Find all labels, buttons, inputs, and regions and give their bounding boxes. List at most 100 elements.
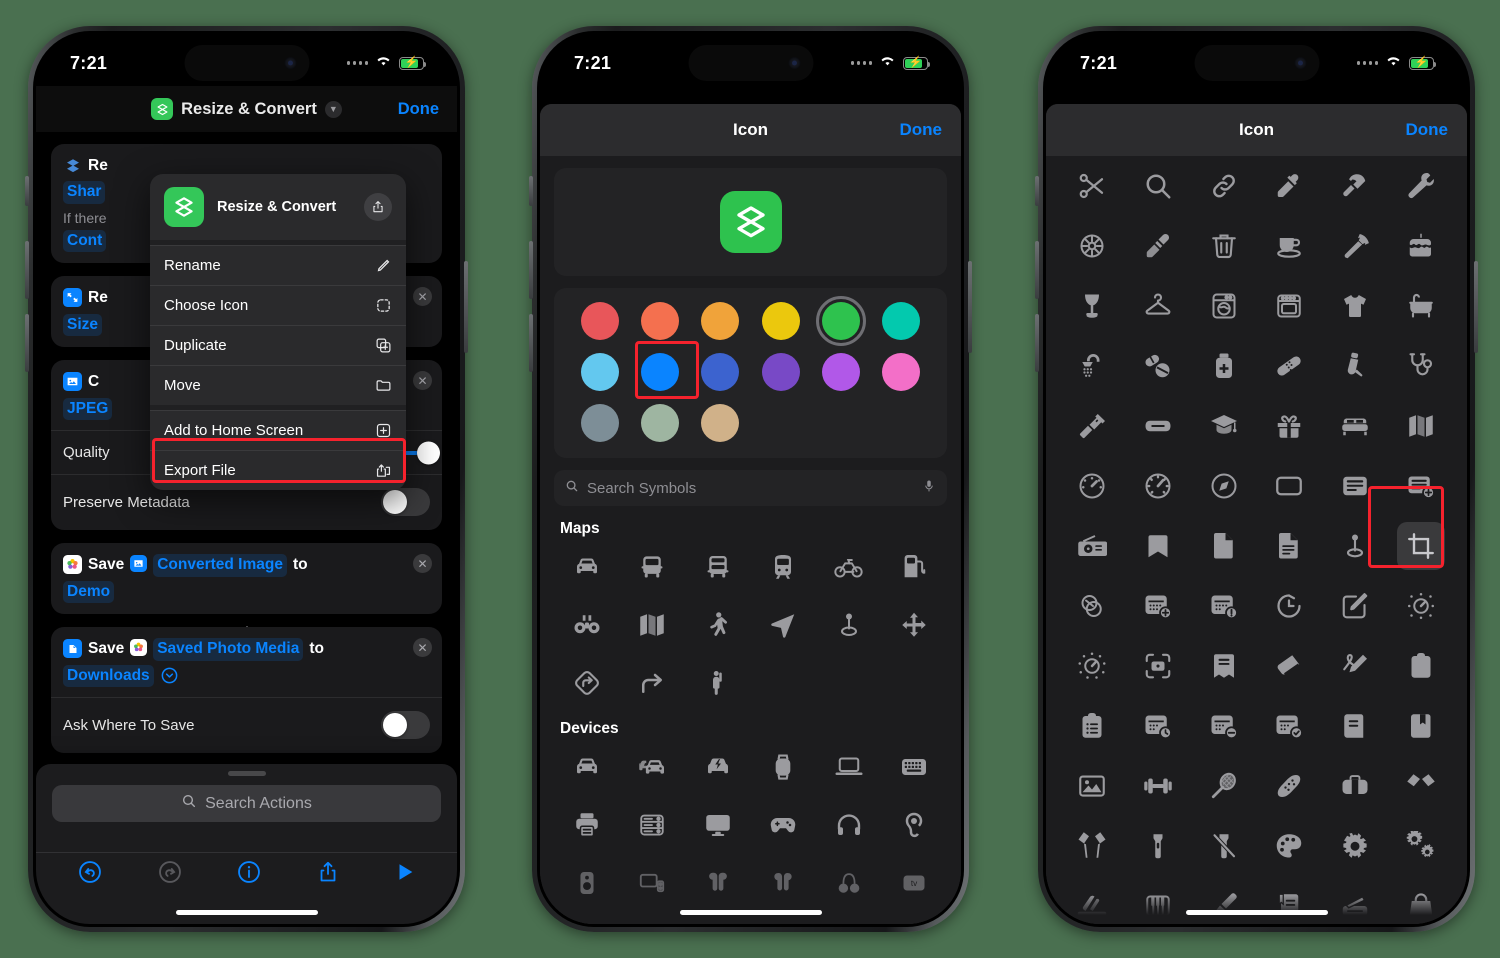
calendar-check-icon[interactable] bbox=[1265, 702, 1313, 750]
mappin-circle-icon[interactable] bbox=[826, 602, 872, 648]
color-swatch-1[interactable] bbox=[641, 302, 680, 340]
radio-icon[interactable] bbox=[1068, 522, 1116, 570]
gearshape-2-icon[interactable] bbox=[1068, 222, 1116, 270]
color-swatch-2[interactable] bbox=[701, 302, 740, 340]
chevron-down-icon[interactable]: ▼ bbox=[324, 100, 342, 118]
run-button[interactable] bbox=[394, 861, 416, 888]
oven-icon[interactable] bbox=[1265, 282, 1313, 330]
dial-min-icon[interactable] bbox=[1068, 642, 1116, 690]
action-card-5[interactable]: ✕ Save Saved Photo Media to Downloads As… bbox=[51, 627, 442, 754]
note-icon[interactable] bbox=[1200, 642, 1248, 690]
redo-button[interactable] bbox=[157, 859, 183, 890]
color-swatch-11[interactable] bbox=[881, 353, 920, 391]
eyedropper-icon[interactable] bbox=[1265, 162, 1313, 210]
display-icon[interactable] bbox=[695, 802, 741, 848]
gift-icon[interactable] bbox=[1265, 402, 1313, 450]
calendar-minus-icon[interactable] bbox=[1200, 702, 1248, 750]
action-subtoken[interactable]: Cont bbox=[63, 229, 107, 253]
action-card-4[interactable]: ✕ Save Converted Image to Demo bbox=[51, 543, 442, 615]
action-token[interactable]: Saved Photo Media bbox=[153, 638, 304, 661]
silent-switch[interactable] bbox=[25, 176, 29, 206]
color-swatch-3[interactable] bbox=[761, 302, 800, 340]
car-icon[interactable] bbox=[564, 544, 610, 590]
carrot-icon[interactable] bbox=[1331, 222, 1379, 270]
car-front-icon[interactable] bbox=[564, 744, 610, 790]
share-icon[interactable] bbox=[364, 193, 392, 221]
calendar-clock-icon[interactable] bbox=[1134, 702, 1182, 750]
flashlight-slash-icon[interactable] bbox=[1200, 822, 1248, 870]
car-charging-icon[interactable] bbox=[695, 744, 741, 790]
action-token[interactable]: JPEG bbox=[63, 397, 113, 421]
tshirt-icon[interactable] bbox=[1331, 282, 1379, 330]
pills-icon[interactable] bbox=[1134, 342, 1182, 390]
mappin-icon[interactable] bbox=[1331, 522, 1379, 570]
silent-switch[interactable] bbox=[529, 176, 533, 206]
book-closed-icon[interactable] bbox=[1331, 702, 1379, 750]
gamecontroller-icon[interactable] bbox=[760, 802, 806, 848]
car-two-icon[interactable] bbox=[629, 744, 675, 790]
figure-walk-icon[interactable] bbox=[695, 602, 741, 648]
syringe-icon[interactable] bbox=[1068, 402, 1116, 450]
bed-double-icon[interactable] bbox=[1331, 402, 1379, 450]
signpost-right-turn-icon[interactable] bbox=[564, 660, 610, 706]
fuelpump-icon[interactable] bbox=[891, 544, 937, 590]
done-button[interactable]: Done bbox=[900, 120, 943, 140]
doc-text-icon[interactable] bbox=[1265, 522, 1313, 570]
flag-checkered-2-icon[interactable] bbox=[1397, 762, 1445, 810]
color-swatch-4[interactable] bbox=[815, 296, 866, 346]
medicine-bottle-icon[interactable] bbox=[1200, 342, 1248, 390]
home-indicator[interactable] bbox=[175, 910, 318, 915]
ask-where-to-save-toggle[interactable] bbox=[381, 711, 430, 740]
bathtub-icon[interactable] bbox=[1397, 282, 1445, 330]
paintpalette-icon[interactable] bbox=[1265, 822, 1313, 870]
map-icon[interactable] bbox=[629, 602, 675, 648]
tennis-racket-icon[interactable] bbox=[1200, 762, 1248, 810]
microphone-icon[interactable] bbox=[922, 479, 936, 498]
stethoscope-icon[interactable] bbox=[1397, 342, 1445, 390]
home-indicator[interactable] bbox=[679, 910, 822, 915]
volume-up-button[interactable] bbox=[1035, 241, 1039, 299]
sheet-grabber[interactable] bbox=[227, 771, 266, 776]
bandage-icon[interactable] bbox=[1265, 342, 1313, 390]
shower-icon[interactable] bbox=[1068, 342, 1116, 390]
figure-wave-icon[interactable] bbox=[695, 660, 741, 706]
arrow-move-icon[interactable] bbox=[891, 602, 937, 648]
circle-slash-icon[interactable] bbox=[1068, 582, 1116, 630]
birthday-cake-icon[interactable] bbox=[1397, 222, 1445, 270]
color-swatch-6[interactable] bbox=[581, 353, 620, 391]
location-arrow-icon[interactable] bbox=[760, 602, 806, 648]
bus-icon[interactable] bbox=[629, 544, 675, 590]
text-badge-plus-icon[interactable] bbox=[1397, 462, 1445, 510]
power-button[interactable] bbox=[464, 261, 468, 353]
laptop-icon[interactable] bbox=[826, 744, 872, 790]
washer-icon[interactable] bbox=[1200, 282, 1248, 330]
gauge-icon[interactable] bbox=[1068, 462, 1116, 510]
power-button[interactable] bbox=[1474, 261, 1478, 353]
ear-icon[interactable] bbox=[891, 802, 937, 848]
volume-down-button[interactable] bbox=[1035, 314, 1039, 372]
binoculars-icon[interactable] bbox=[564, 602, 610, 648]
share-button[interactable] bbox=[316, 860, 340, 889]
server-rack-icon[interactable] bbox=[629, 802, 675, 848]
undo-button[interactable] bbox=[77, 859, 103, 890]
action-token[interactable]: Size bbox=[63, 313, 103, 337]
applewatch-icon[interactable] bbox=[760, 744, 806, 790]
arrow-turn-right-icon[interactable] bbox=[629, 660, 675, 706]
trash-icon[interactable] bbox=[1200, 222, 1248, 270]
destination-token[interactable]: Demo bbox=[63, 580, 115, 604]
volume-down-button[interactable] bbox=[25, 314, 29, 372]
color-swatch-5[interactable] bbox=[881, 302, 920, 340]
wineglass-icon[interactable] bbox=[1068, 282, 1116, 330]
calendar-badge-exclam-icon[interactable] bbox=[1200, 582, 1248, 630]
color-swatch-0[interactable] bbox=[581, 302, 620, 340]
volume-up-button[interactable] bbox=[25, 241, 29, 299]
inhaler-icon[interactable] bbox=[1331, 342, 1379, 390]
home-indicator[interactable] bbox=[1185, 910, 1328, 915]
silent-switch[interactable] bbox=[1035, 176, 1039, 206]
scissors-icon[interactable] bbox=[1068, 162, 1116, 210]
menu-item-add-to-home-screen[interactable]: Add to Home Screen bbox=[150, 410, 406, 450]
timer-icon[interactable] bbox=[1265, 582, 1313, 630]
menu-item-export-file[interactable]: Export File bbox=[150, 450, 406, 490]
bus-doubledecker-icon[interactable] bbox=[695, 544, 741, 590]
magnifyingglass-icon[interactable] bbox=[1134, 162, 1182, 210]
